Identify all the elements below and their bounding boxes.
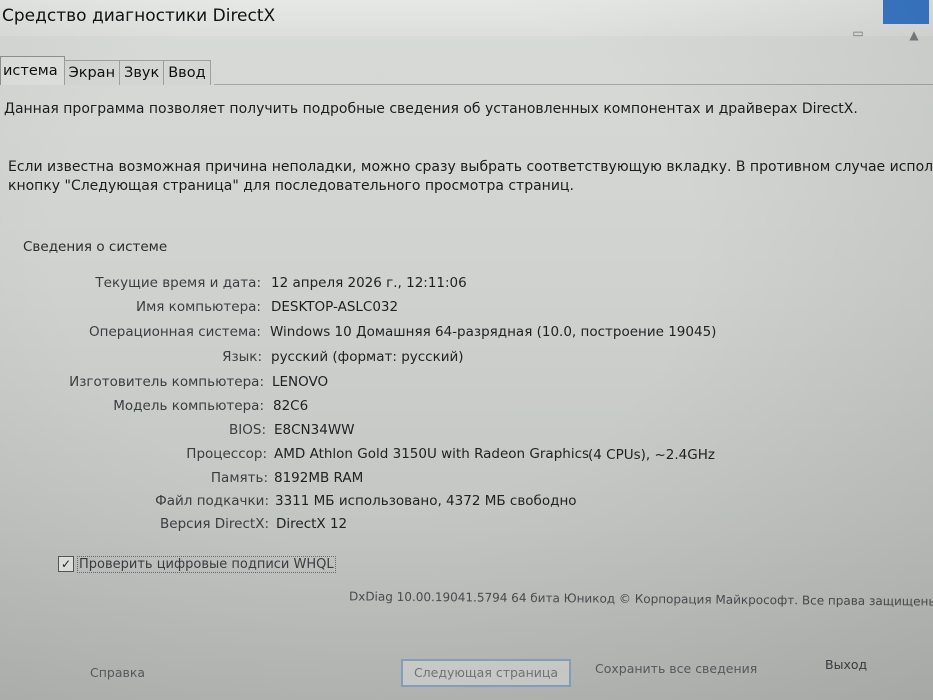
info-row-pagefile: Файл подкачки: 3311 МБ использовано, 437… bbox=[0, 493, 933, 515]
info-label: BIOS: bbox=[229, 422, 266, 438]
info-value: DirectX 12 bbox=[276, 516, 348, 532]
minimize-icon[interactable]: ▭ bbox=[849, 24, 867, 42]
exit-button[interactable]: Выход bbox=[825, 657, 867, 672]
dxdiag-window: Средство диагностики DirectX ▭ ▲ истема … bbox=[0, 0, 933, 700]
scroll-up-icon[interactable]: ▲ bbox=[905, 26, 923, 44]
info-label: Версия DirectX: bbox=[160, 516, 269, 532]
save-all-button[interactable]: Сохранить все сведения bbox=[595, 661, 757, 676]
info-label: Имя компьютера: bbox=[135, 299, 261, 315]
info-value: 82C6 bbox=[273, 398, 309, 414]
info-value: DESKTOP-ASLC032 bbox=[271, 299, 399, 315]
info-label: Память: bbox=[210, 470, 268, 486]
info-row-language: Язык: русский (формат: русский) bbox=[0, 349, 933, 371]
info-label: Файл подкачки: bbox=[155, 493, 269, 509]
info-label: Операционная система: bbox=[89, 324, 261, 340]
tab-display[interactable]: Экран bbox=[63, 60, 121, 85]
info-label: Изготовитель компьютера: bbox=[69, 374, 264, 390]
title-bar[interactable]: Средство диагностики DirectX ▭ ▲ bbox=[0, 0, 933, 42]
info-label: Текущие время и дата: bbox=[95, 275, 261, 291]
next-page-button[interactable]: Следующая страница bbox=[401, 659, 571, 687]
system-info-title: Сведения о системе bbox=[23, 239, 168, 255]
info-row-datetime: Текущие время и дата: 12 апреля 2026 г.,… bbox=[0, 275, 933, 297]
info-value: LENOVO bbox=[272, 374, 329, 390]
info-row-bios: BIOS: E8CN34WW bbox=[0, 422, 933, 444]
info-row-model: Модель компьютера: 82C6 bbox=[0, 398, 933, 420]
info-value: AMD Athlon Gold 3150U with Radeon Graphi… bbox=[274, 446, 590, 462]
info-value: Windows 10 Домашняя 64-разрядная (10.0, … bbox=[270, 324, 717, 340]
tab-divider bbox=[214, 84, 933, 85]
info-value: 3311 МБ использовано, 4372 МБ свободно bbox=[275, 493, 577, 509]
info-row-memory: Память: 8192MB RAM bbox=[0, 470, 933, 492]
info-label: Модель компьютера: bbox=[113, 398, 264, 414]
whql-checkbox[interactable]: ✓ bbox=[58, 556, 74, 572]
info-row-directx: Версия DirectX: DirectX 12 bbox=[0, 516, 933, 538]
window-title: Средство диагностики DirectX bbox=[2, 6, 276, 26]
intro-text-2: Если известна возможная причина неполадк… bbox=[8, 159, 933, 175]
info-value-cpus: (4 CPUs), ~2.4GHz bbox=[588, 447, 715, 463]
info-row-computer-name: Имя компьютера: DESKTOP-ASLC032 bbox=[0, 299, 933, 321]
intro-text-1: Данная программа позволяет получить подр… bbox=[4, 101, 858, 117]
info-label: Язык: bbox=[222, 349, 262, 365]
help-button[interactable]: Справка bbox=[90, 665, 145, 680]
tab-sound[interactable]: Звук bbox=[119, 60, 165, 85]
info-value: русский (формат: русский) bbox=[271, 349, 464, 365]
info-label: Процессор: bbox=[186, 446, 267, 462]
copyright-text: DxDiag 10.00.19041.5794 64 бита Юникод ©… bbox=[348, 589, 933, 609]
info-row-processor: Процессор: AMD Athlon Gold 3150U with Ra… bbox=[0, 446, 933, 468]
info-row-manufacturer: Изготовитель компьютера: LENOVO bbox=[0, 374, 933, 396]
info-value: 8192MB RAM bbox=[274, 470, 364, 486]
whql-checkbox-label[interactable]: Проверить цифровые подписи WHQL bbox=[77, 556, 336, 573]
info-value: E8CN34WW bbox=[274, 422, 355, 438]
close-button[interactable] bbox=[883, 0, 929, 24]
info-row-os: Операционная система: Windows 10 Домашня… bbox=[0, 324, 933, 346]
intro-text-3: кнопку "Следующая страница" для последов… bbox=[8, 178, 574, 194]
tab-system[interactable]: истема bbox=[0, 56, 65, 85]
tab-strip: истема Экран Звук Ввод bbox=[0, 56, 211, 85]
info-value: 12 апреля 2026 г., 12:11:06 bbox=[271, 275, 467, 291]
tab-input[interactable]: Ввод bbox=[163, 60, 211, 85]
